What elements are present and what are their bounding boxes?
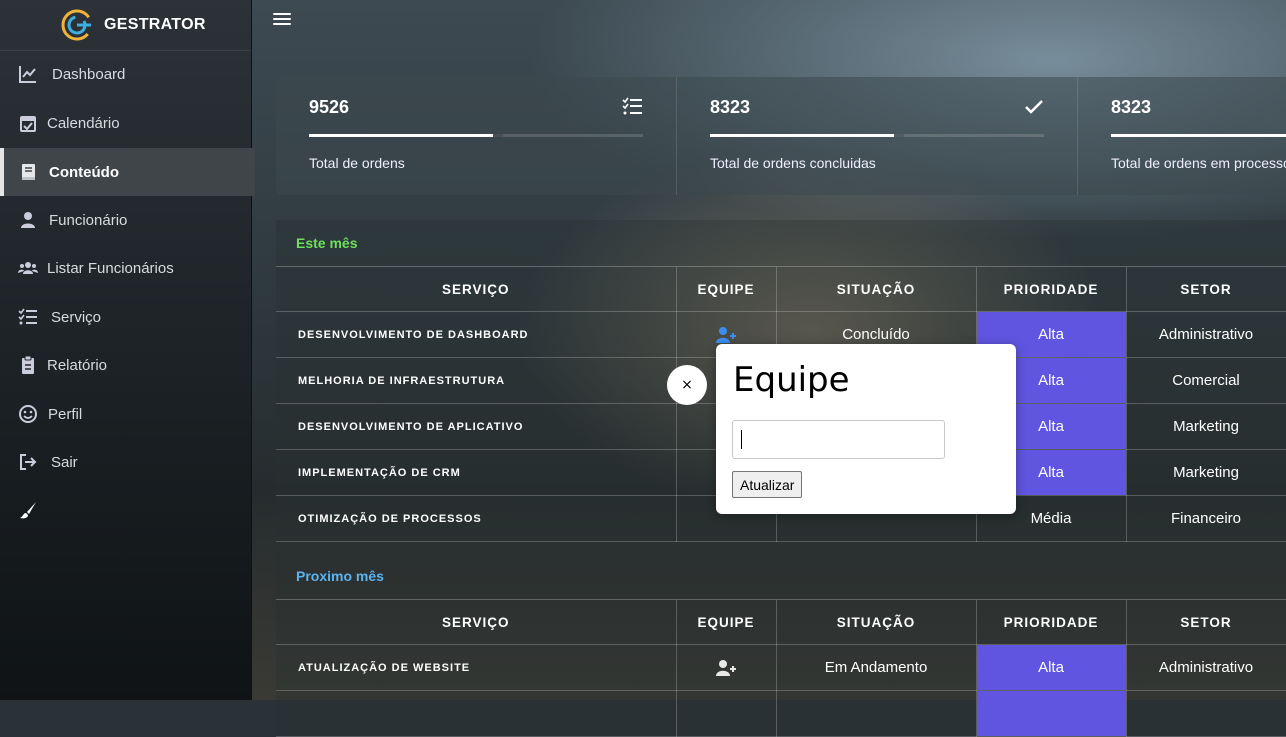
cell-sector: Marketing — [1126, 449, 1286, 496]
col-header-situacao[interactable]: SITUAÇÃO — [776, 267, 977, 312]
table-header-row: SERVIÇO EQUIPE SITUAÇÃO PRIORIDADE SETOR — [276, 600, 1286, 645]
calendar-check-icon — [20, 116, 36, 132]
sidebar-item-label: Serviço — [51, 308, 102, 326]
progress-fill — [710, 134, 904, 137]
sidebar-item-perfil[interactable]: Perfil — [0, 390, 251, 438]
col-header-equipe[interactable]: EQUIPE — [676, 267, 777, 312]
sidebar-item-listar-funcionarios[interactable]: Listar Funcionários — [0, 244, 251, 292]
cell-sector: Comercial — [1126, 357, 1286, 404]
stats-card: 9526 Total de ordens 8323 Total de orden… — [276, 77, 1286, 195]
gestrator-logo-icon — [61, 9, 93, 41]
progress-track — [309, 134, 643, 137]
cell-service: MELHORIA DE INFRAESTRUTURA — [276, 357, 677, 404]
table-header-row: SERVIÇO EQUIPE SITUAÇÃO PRIORIDADE SETOR — [276, 267, 1286, 312]
sidebar-item-servico[interactable]: Serviço — [0, 293, 251, 341]
sidebar-item-funcionario[interactable]: Funcionário — [0, 196, 251, 244]
sign-out-icon — [20, 454, 37, 470]
cell-service: DESENVOLVIMENTO DE DASHBOARD — [276, 311, 677, 358]
user-plus-icon[interactable] — [715, 326, 737, 344]
cell-priority — [976, 690, 1127, 737]
sidebar-item-calendario[interactable]: Calendário — [0, 99, 251, 147]
check-icon — [1025, 100, 1043, 114]
cell-team — [676, 690, 777, 737]
stat-caption: Total de ordens em processo — [1111, 155, 1286, 171]
progress-track — [1111, 134, 1286, 137]
stat-value: 8323 — [1111, 97, 1152, 117]
brand[interactable]: GESTRATOR — [0, 0, 251, 51]
stat-caption: Total de ordens — [309, 155, 405, 171]
smile-icon — [19, 405, 37, 423]
cell-team — [676, 644, 777, 691]
modal-close-button[interactable]: × — [667, 365, 707, 405]
col-header-servico[interactable]: SERVIÇO — [276, 267, 677, 312]
sidebar-item-sair[interactable]: Sair — [0, 438, 251, 486]
sidebar-item-relatorio[interactable]: Relatório — [0, 341, 251, 389]
col-header-equipe[interactable]: EQUIPE — [676, 600, 777, 645]
col-header-setor[interactable]: SETOR — [1126, 600, 1286, 645]
progress-track — [710, 134, 1044, 137]
sidebar-item-label: Sair — [51, 453, 78, 471]
sidebar-item-conteudo[interactable]: Conteúdo — [0, 148, 255, 196]
progress-fill — [1111, 134, 1286, 137]
team-input[interactable] — [732, 420, 945, 459]
stat-value: 9526 — [309, 97, 350, 117]
brand-name: GESTRATOR — [104, 16, 206, 33]
table-row: ATUALIZAÇÃO DE WEBSITE Em Andamento Alta… — [276, 644, 1286, 691]
book-icon — [22, 164, 35, 180]
stat-total-orders: 9526 Total de ordens — [276, 77, 676, 195]
panel-title: Proximo mês — [276, 553, 1286, 600]
user-icon — [21, 212, 35, 228]
sidebar-item-dashboard[interactable]: Dashboard — [0, 50, 251, 98]
users-icon — [18, 262, 38, 274]
cell-sector: Marketing — [1126, 403, 1286, 450]
cell-service: OTIMIZAÇÃO DE PROCESSOS — [276, 495, 677, 542]
sidebar-item-label: Relatório — [47, 356, 108, 374]
team-modal: Equipe Atualizar — [716, 344, 1016, 514]
col-header-setor[interactable]: SETOR — [1126, 267, 1286, 312]
sidebar-item-label: Listar Funcionários — [47, 259, 174, 277]
cell-sector: Administrativo — [1126, 644, 1286, 691]
cell-service: ATUALIZAÇÃO DE WEBSITE — [276, 644, 677, 691]
sidebar-item-label: Funcionário — [49, 211, 128, 229]
sidebar-item-label: Conteúdo — [49, 163, 119, 181]
cell-sector — [1126, 690, 1286, 737]
user-plus-icon[interactable] — [715, 659, 737, 677]
stat-caption: Total de ordens concluidas — [710, 155, 876, 171]
cell-priority: Alta — [976, 644, 1127, 691]
panel-title: Este mês — [276, 220, 1286, 267]
cell-service: IMPLEMENTAÇÃO DE CRM — [276, 449, 677, 496]
cell-status — [776, 690, 977, 737]
sidebar-item-theme[interactable] — [0, 486, 251, 534]
next-month-panel: Proximo mês SERVIÇO EQUIPE SITUAÇÃO PRIO… — [276, 553, 1286, 737]
next-month-table: SERVIÇO EQUIPE SITUAÇÃO PRIORIDADE SETOR… — [276, 600, 1286, 737]
text-cursor — [741, 430, 742, 449]
col-header-prioridade[interactable]: PRIORIDADE — [976, 267, 1127, 312]
stat-value: 8323 — [710, 97, 751, 117]
modal-title: Equipe — [733, 360, 850, 400]
stat-completed-orders: 8323 Total de ordens concluidas — [676, 77, 1077, 195]
progress-fill — [309, 134, 503, 137]
stat-in-progress-orders: 8323 Total de ordens em processo — [1077, 77, 1286, 195]
update-button[interactable]: Atualizar — [732, 471, 803, 498]
cell-service: DESENVOLVIMENTO DE APLICATIVO — [276, 403, 677, 450]
brush-icon — [20, 502, 36, 519]
clipboard-icon — [22, 355, 34, 374]
table-row — [276, 690, 1286, 737]
sidebar-item-label: Dashboard — [52, 65, 126, 83]
col-header-prioridade[interactable]: PRIORIDADE — [976, 600, 1127, 645]
menu-toggle-icon[interactable] — [273, 13, 291, 29]
sidebar-item-label: Perfil — [48, 405, 83, 423]
sidebar: GESTRATOR Dashboard Calendário Conteúdo … — [0, 0, 255, 700]
cell-status: Em Andamento — [776, 644, 977, 691]
cell-sector: Financeiro — [1126, 495, 1286, 542]
tasks-icon — [18, 308, 37, 325]
sidebar-item-label: Calendário — [47, 114, 120, 132]
chart-line-icon — [19, 66, 36, 83]
cell-sector: Administrativo — [1126, 311, 1286, 358]
tasks-icon — [622, 97, 642, 115]
col-header-servico[interactable]: SERVIÇO — [276, 600, 677, 645]
topbar — [251, 0, 1286, 50]
col-header-situacao[interactable]: SITUAÇÃO — [776, 600, 977, 645]
cell-service — [276, 690, 677, 737]
